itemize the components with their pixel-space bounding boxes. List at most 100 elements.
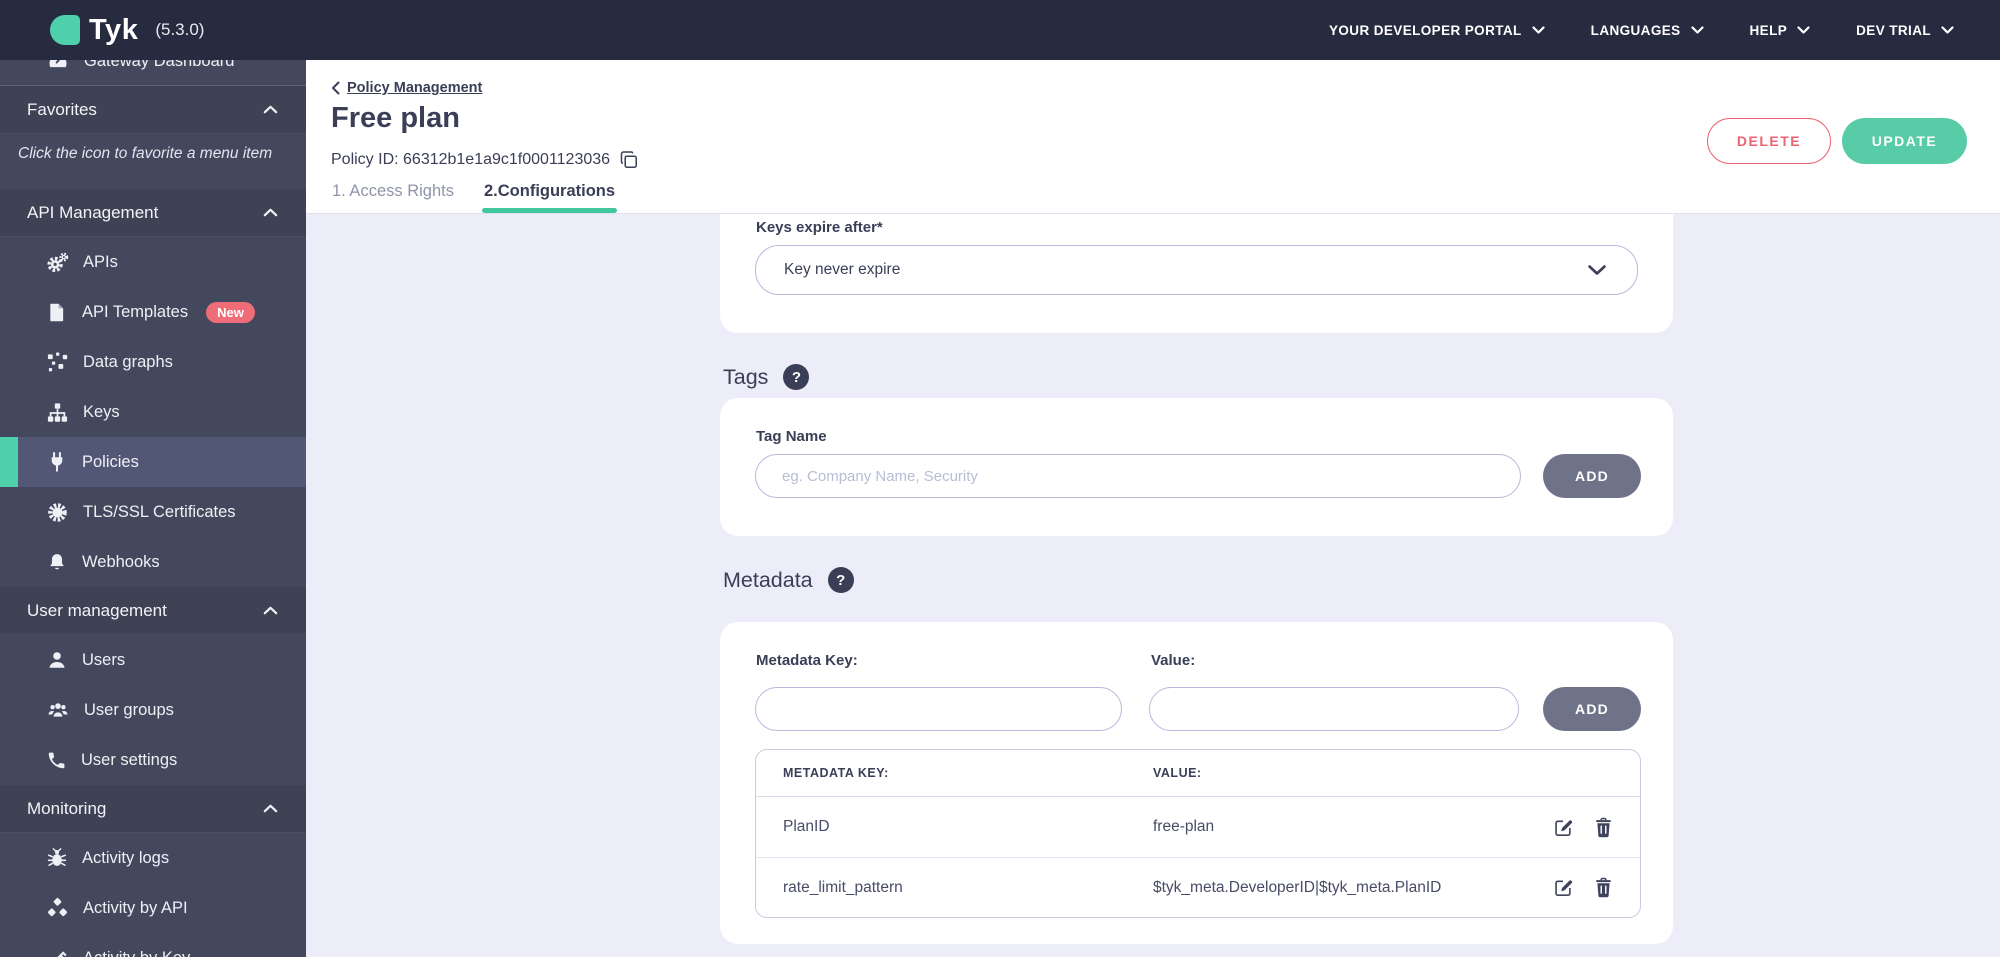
sidebar-item-api-templates[interactable]: API Templates New — [0, 287, 306, 337]
sidebar-item-tls-ssl-certificates[interactable]: TLS/SSL Certificates — [0, 487, 306, 537]
sidebar-item-label: Users — [82, 650, 126, 669]
help-icon[interactable]: ? — [783, 364, 810, 390]
metadata-key-cell: PlanID — [783, 818, 830, 835]
certificate-icon — [48, 502, 67, 522]
page-header: Policy Management Free plan Policy ID: 6… — [306, 60, 2000, 214]
sidebar-item-gateway-dashboard[interactable]: Gateway Dashboard — [0, 60, 306, 86]
chevron-down-icon — [1690, 26, 1704, 34]
breadcrumb[interactable]: Policy Management — [331, 80, 482, 96]
edit-icon[interactable] — [1553, 817, 1574, 838]
sidebar-item-activity-logs[interactable]: Activity logs — [0, 833, 306, 883]
menu-label: YOUR DEVELOPER PORTAL — [1329, 22, 1522, 38]
file-icon — [50, 303, 64, 321]
sidebar-item-users[interactable]: Users — [0, 635, 306, 685]
policy-id-label: Policy ID: 66312b1e1a9c1f0001123036 — [331, 151, 611, 168]
chevron-up-icon — [263, 606, 278, 615]
edit-icon[interactable] — [1553, 877, 1574, 898]
tyk-logo[interactable]: Tyk (5.3.0) — [50, 15, 204, 45]
content-column: Keys expire after* Key never expire Tags… — [720, 214, 1673, 944]
table-header-row: METADATA KEY: VALUE: — [756, 750, 1640, 797]
metadata-heading: Metadata — [723, 567, 813, 592]
trash-icon[interactable] — [1594, 877, 1613, 898]
sidebar-item-policies[interactable]: Policies — [0, 437, 306, 487]
sidebar-item-label: Webhooks — [82, 552, 160, 571]
row-actions — [1553, 877, 1613, 898]
tyk-leaf-icon — [50, 15, 80, 45]
tags-card: Tag Name ADD — [720, 398, 1673, 536]
tags-heading: Tags — [723, 364, 769, 389]
tab-access-rights[interactable]: 1. Access Rights — [332, 182, 454, 213]
cubes-icon — [47, 897, 68, 916]
metadata-key-label: Metadata Key: — [756, 652, 858, 669]
menu-label: LANGUAGES — [1590, 22, 1681, 38]
bug-icon — [47, 848, 67, 866]
topbar: Tyk (5.3.0) YOUR DEVELOPER PORTAL LANGUA… — [0, 0, 2000, 60]
breadcrumb-label: Policy Management — [347, 80, 483, 96]
sidebar-item-label: Data graphs — [83, 352, 173, 371]
new-badge: New — [206, 301, 255, 323]
menu-languages[interactable]: LANGUAGES — [1591, 23, 1704, 38]
copy-icon[interactable] — [619, 150, 639, 170]
chevron-up-icon — [263, 105, 278, 114]
add-tag-button[interactable]: ADD — [1543, 454, 1641, 498]
users-icon — [48, 703, 68, 717]
version-label: (5.3.0) — [155, 20, 205, 39]
header-buttons: DELETE UPDATE — [1707, 118, 1967, 164]
app-root: Tyk (5.3.0) YOUR DEVELOPER PORTAL LANGUA… — [0, 0, 2000, 957]
update-button[interactable]: UPDATE — [1842, 118, 1967, 164]
plug-icon — [51, 452, 63, 472]
keys-expire-label: Keys expire after* — [756, 219, 883, 236]
menu-help[interactable]: HELP — [1750, 23, 1811, 38]
menu-developer-portal[interactable]: YOUR DEVELOPER PORTAL — [1329, 23, 1545, 38]
sitemap-icon — [47, 402, 68, 422]
sidebar-item-user-settings[interactable]: User settings — [0, 735, 306, 785]
sidebar-item-label: Activity by Key — [83, 949, 190, 957]
add-metadata-button[interactable]: ADD — [1543, 687, 1641, 731]
delete-button[interactable]: DELETE — [1707, 118, 1831, 164]
sidebar-section-favorites[interactable]: Favorites — [0, 86, 306, 134]
favorites-note: Click the icon to favorite a menu item — [18, 145, 273, 162]
help-icon[interactable]: ? — [827, 567, 854, 593]
chevron-down-icon — [1532, 26, 1545, 34]
logo-text: Tyk — [89, 13, 139, 46]
sidebar-item-user-groups[interactable]: User groups — [0, 685, 306, 735]
menu-dev-trial[interactable]: DEV TRIAL — [1856, 23, 1954, 38]
sidebar-scroll[interactable]: Gateway Dashboard Favorites Click the ic… — [0, 60, 306, 957]
table-header-value: VALUE: — [1153, 766, 1202, 780]
sidebar-item-label: APIs — [83, 252, 118, 271]
table-header-key: METADATA KEY: — [783, 766, 889, 780]
metadata-key-input[interactable] — [755, 687, 1122, 731]
metadata-value-cell: $tyk_meta.DeveloperID|$tyk_meta.PlanID — [1153, 878, 1442, 896]
sidebar-section-user-management[interactable]: User management — [0, 587, 306, 635]
metadata-value-input[interactable] — [1149, 687, 1519, 731]
chevron-down-icon — [1797, 26, 1810, 34]
metadata-value-label: Value: — [1151, 652, 1196, 669]
tab-configurations[interactable]: 2.Configurations — [481, 182, 618, 213]
metadata-labels-row: Metadata Key: Value: — [755, 652, 1641, 678]
tag-name-input[interactable] — [755, 454, 1521, 498]
trash-icon[interactable] — [1594, 817, 1613, 838]
sidebar-item-data-graphs[interactable]: Data graphs — [0, 337, 306, 387]
keys-expire-select[interactable]: Key never expire — [755, 245, 1638, 295]
menu-label: HELP — [1749, 22, 1788, 38]
sidebar-section-api-management[interactable]: API Management — [0, 189, 306, 237]
sidebar-item-label: Activity by API — [83, 898, 188, 917]
phone-icon — [48, 752, 65, 768]
sidebar-item-label: Activity logs — [82, 848, 170, 867]
menu-label: DEV TRIAL — [1856, 22, 1931, 38]
chevron-up-icon — [263, 804, 278, 813]
section-label: Monitoring — [27, 798, 107, 818]
sidebar-item-apis[interactable]: APIs — [0, 237, 306, 287]
sidebar-item-activity-by-key[interactable]: Activity by Key — [0, 933, 306, 957]
section-label: API Management — [27, 202, 159, 222]
metadata-card: Metadata Key: Value: ADD METADATA KEY: V… — [720, 622, 1673, 944]
table-row: PlanID free-plan — [756, 797, 1640, 857]
sidebar-item-label: Keys — [83, 402, 120, 421]
sidebar-section-monitoring[interactable]: Monitoring — [0, 785, 306, 833]
sidebar-item-activity-by-api[interactable]: Activity by API — [0, 883, 306, 933]
sidebar-item-keys[interactable]: Keys — [0, 387, 306, 437]
row-actions — [1553, 817, 1613, 838]
sidebar-item-webhooks[interactable]: Webhooks — [0, 537, 306, 587]
metadata-value-cell: free-plan — [1153, 818, 1215, 835]
tag-name-label: Tag Name — [756, 428, 827, 445]
